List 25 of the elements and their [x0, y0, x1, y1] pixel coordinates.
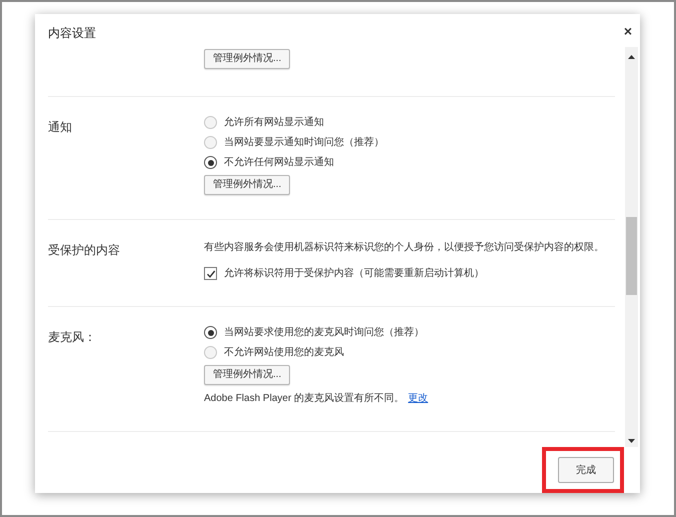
radio-button[interactable]: [204, 326, 217, 340]
section-label: 通知: [48, 120, 72, 134]
checkbox-label: 允许将标识符用于受保护内容（可能需要重新启动计算机）: [224, 266, 484, 282]
close-button[interactable]: ×: [624, 24, 632, 38]
dialog-title: 内容设置: [48, 25, 96, 42]
radio-button[interactable]: [204, 156, 217, 170]
scroll-down-icon[interactable]: [628, 438, 635, 442]
radio-label: 当网站要显示通知时询问您（推荐）: [224, 136, 384, 150]
manage-exceptions-button[interactable]: 管理例外情况...: [204, 48, 290, 69]
scrollbar-thumb[interactable]: [626, 216, 637, 295]
note-text: 有些内容服务会使用机器标识符来标识您的个人身份，以便授予您访问受保护内容的权限。: [204, 240, 604, 256]
radio-label: 不允许任何网站显示通知: [224, 156, 334, 170]
checkbox[interactable]: [204, 267, 217, 280]
section-label: 麦克风：: [48, 330, 96, 344]
manage-exceptions-button[interactable]: 管理例外情况...: [204, 364, 290, 385]
radio-label: 允许所有网站显示通知: [224, 116, 324, 130]
scroll-up-icon[interactable]: [628, 54, 635, 59]
radio-label: 不允许网站使用您的麦克风: [224, 346, 344, 360]
scrollbar[interactable]: [625, 46, 638, 446]
manage-exceptions-button[interactable]: 管理例外情况...: [204, 174, 290, 195]
note-text: Adobe Flash Player 的麦克风设置有所不同。: [204, 392, 404, 406]
section-label: 受保护的内容: [48, 242, 120, 257]
radio-label: 当网站要求使用您的麦克风时询问您（推荐）: [224, 326, 424, 340]
done-button[interactable]: 完成: [558, 457, 614, 483]
change-link[interactable]: 更改: [408, 391, 428, 406]
